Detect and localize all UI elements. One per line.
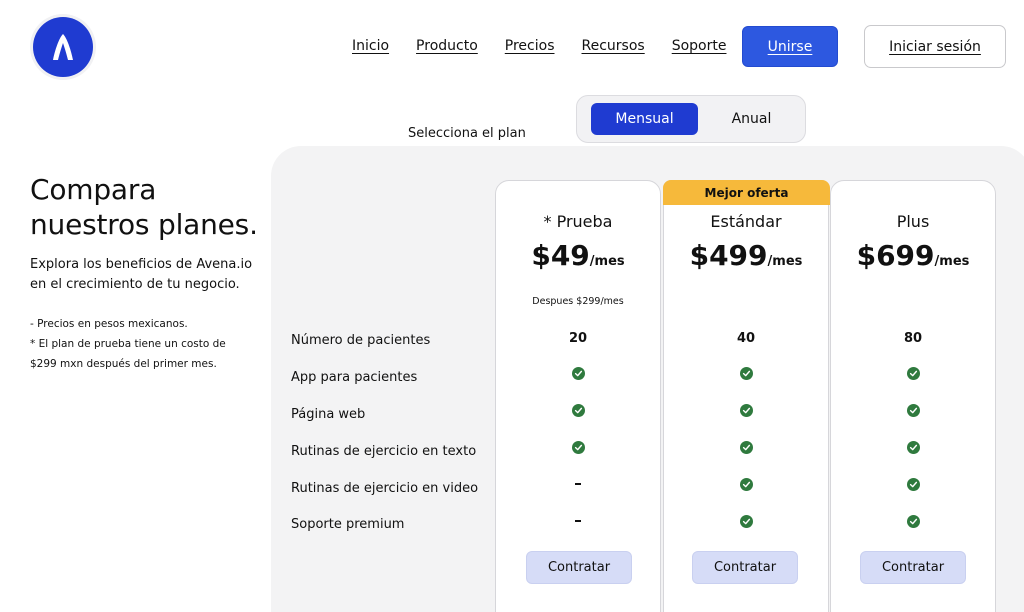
feature-label: Página web	[291, 407, 366, 422]
hire-button-estandar[interactable]: Contratar	[692, 551, 798, 584]
feature-value-cell	[495, 440, 661, 454]
check-circle-icon	[571, 366, 585, 380]
feature-value-cell	[495, 403, 661, 417]
feature-value-cell	[663, 477, 829, 491]
feature-value-cell	[830, 440, 996, 454]
hire-button-plus[interactable]: Contratar	[860, 551, 966, 584]
feature-value-cell	[495, 514, 661, 528]
best-offer-badge: Mejor oferta	[663, 180, 830, 205]
plan-price-amount: $49	[531, 239, 590, 272]
check-circle-icon	[906, 477, 920, 491]
check-circle-icon	[571, 403, 585, 417]
nav-link-precios[interactable]: Precios	[505, 38, 555, 54]
plan-patients-count: 40	[736, 330, 756, 346]
login-button[interactable]: Iniciar sesión	[864, 25, 1006, 68]
check-circle-icon	[906, 440, 920, 454]
feature-label: App para pacientes	[291, 370, 418, 385]
plan-price-after-trial: Despues $299/mes	[532, 296, 624, 307]
main-nav: Inicio Producto Precios Recursos Soporte	[352, 38, 726, 54]
nav-link-inicio[interactable]: Inicio	[352, 38, 389, 54]
plan-price: $49/mes	[495, 239, 661, 272]
plan-name: Estándar	[710, 212, 782, 231]
page-title-line-2: nuestros planes.	[30, 208, 258, 241]
feature-label: Soporte premium	[291, 517, 405, 532]
trial-note-line-2: $299 mxn después del primer mes.	[30, 358, 217, 370]
feature-label: Rutinas de ejercicio en video	[291, 481, 479, 496]
plan-price-period: /mes	[767, 254, 803, 269]
page-description: Explora los beneficios de Avena.io en el…	[30, 255, 270, 295]
feature-value-cell	[663, 366, 829, 380]
feature-value-cell	[830, 477, 996, 491]
nav-link-producto[interactable]: Producto	[416, 38, 478, 54]
page-description-line-1: Explora los beneficios de Avena.io	[30, 257, 253, 272]
billing-toggle: Mensual Anual	[576, 95, 806, 143]
avena-logo-icon	[33, 17, 93, 77]
plan-price-period: /mes	[589, 254, 625, 269]
page-title-line-1: Compara	[30, 173, 157, 206]
plan-price-amount: $499	[689, 239, 768, 272]
check-circle-icon	[906, 514, 920, 528]
check-circle-icon	[739, 477, 753, 491]
feature-value-cell	[663, 514, 829, 528]
page-description-line-2: en el crecimiento de tu negocio.	[30, 277, 240, 292]
plan-price-period: /mes	[934, 254, 970, 269]
dash-icon	[575, 520, 581, 522]
feature-value-cell	[495, 477, 661, 491]
feature-value-cell	[830, 514, 996, 528]
feature-value-cell	[830, 366, 996, 380]
billing-option-annual[interactable]: Anual	[698, 103, 805, 135]
feature-value-cell	[830, 403, 996, 417]
plan-selector-label: Selecciona el plan	[408, 126, 526, 141]
hire-button-prueba[interactable]: Contratar	[526, 551, 632, 584]
plan-name: * Prueba	[543, 212, 613, 231]
billing-option-monthly[interactable]: Mensual	[591, 103, 698, 135]
check-circle-icon	[739, 403, 753, 417]
check-circle-icon	[739, 366, 753, 380]
nav-link-soporte[interactable]: Soporte	[672, 38, 727, 54]
avena-logo[interactable]	[30, 14, 96, 80]
plan-name: Plus	[896, 212, 930, 231]
join-button[interactable]: Unirse	[742, 26, 838, 67]
plan-price: $499/mes	[663, 239, 829, 272]
nav-link-recursos[interactable]: Recursos	[582, 38, 645, 54]
plan-price-amount: $699	[856, 239, 935, 272]
currency-note: - Precios en pesos mexicanos.	[30, 318, 188, 330]
plan-patients-count: 80	[903, 330, 923, 346]
check-circle-icon	[739, 440, 753, 454]
page-title: Compara nuestros planes.	[30, 172, 258, 242]
feature-label: Rutinas de ejercicio en texto	[291, 444, 477, 459]
feature-value-cell	[663, 403, 829, 417]
check-circle-icon	[906, 403, 920, 417]
check-circle-icon	[739, 514, 753, 528]
feature-value-cell	[663, 440, 829, 454]
plan-patients-count: 20	[568, 330, 588, 346]
feature-label: Número de pacientes	[291, 333, 431, 348]
trial-note-line-1: * El plan de prueba tiene un costo de	[30, 338, 226, 350]
dash-icon	[575, 483, 581, 485]
check-circle-icon	[906, 366, 920, 380]
feature-value-cell	[495, 366, 661, 380]
plan-price: $699/mes	[830, 239, 996, 272]
check-circle-icon	[571, 440, 585, 454]
